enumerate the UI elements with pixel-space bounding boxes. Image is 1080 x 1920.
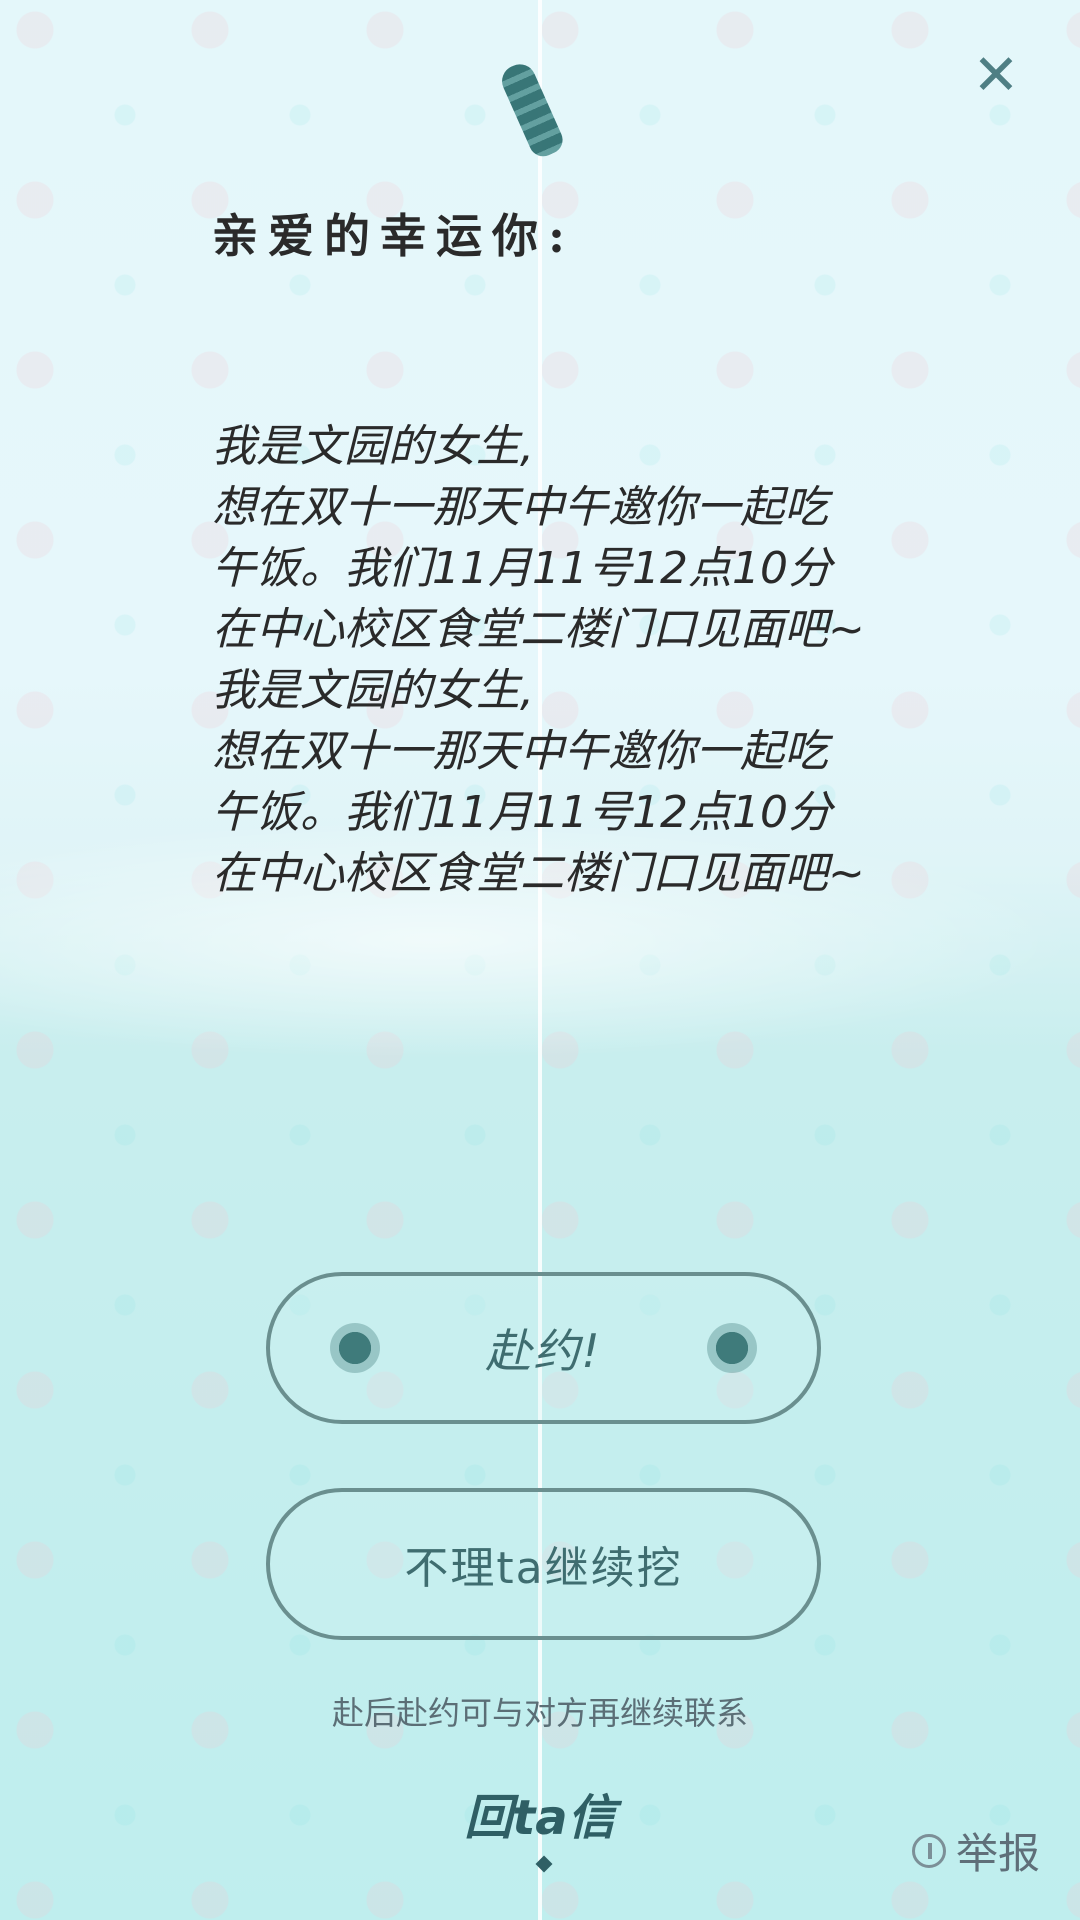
left-dot-icon (330, 1323, 380, 1373)
close-button[interactable]: ✕ (968, 48, 1024, 104)
letter: 亲爱的幸运你: 我是文园的女生, 想在双十一那天中午邀你一起吃 午饭。我们11月… (212, 200, 912, 904)
letter-body: 我是文园的女生, 想在双十一那天中午邀你一起吃 午饭。我们11月11号12点10… (212, 421, 865, 899)
letter-greeting: 亲爱的幸运你: (212, 209, 575, 263)
ignore-and-dig-button[interactable]: 不理ta继续挖 (266, 1488, 821, 1640)
report-label: 举报 (955, 1829, 1040, 1878)
accept-invitation-button[interactable]: 赴约! (266, 1272, 821, 1424)
accept-invitation-label: 赴约! (485, 1324, 602, 1378)
contact-note: 赴后赴约可与对方再继续联系 (331, 1694, 748, 1732)
bottle-icon (496, 59, 568, 161)
close-icon: ✕ (972, 43, 1020, 108)
report-icon (911, 1833, 946, 1868)
right-dot-icon (706, 1323, 757, 1373)
ignore-and-dig-label: 不理ta继续挖 (404, 1543, 683, 1594)
report-button[interactable]: 举报 (911, 1820, 1040, 1881)
